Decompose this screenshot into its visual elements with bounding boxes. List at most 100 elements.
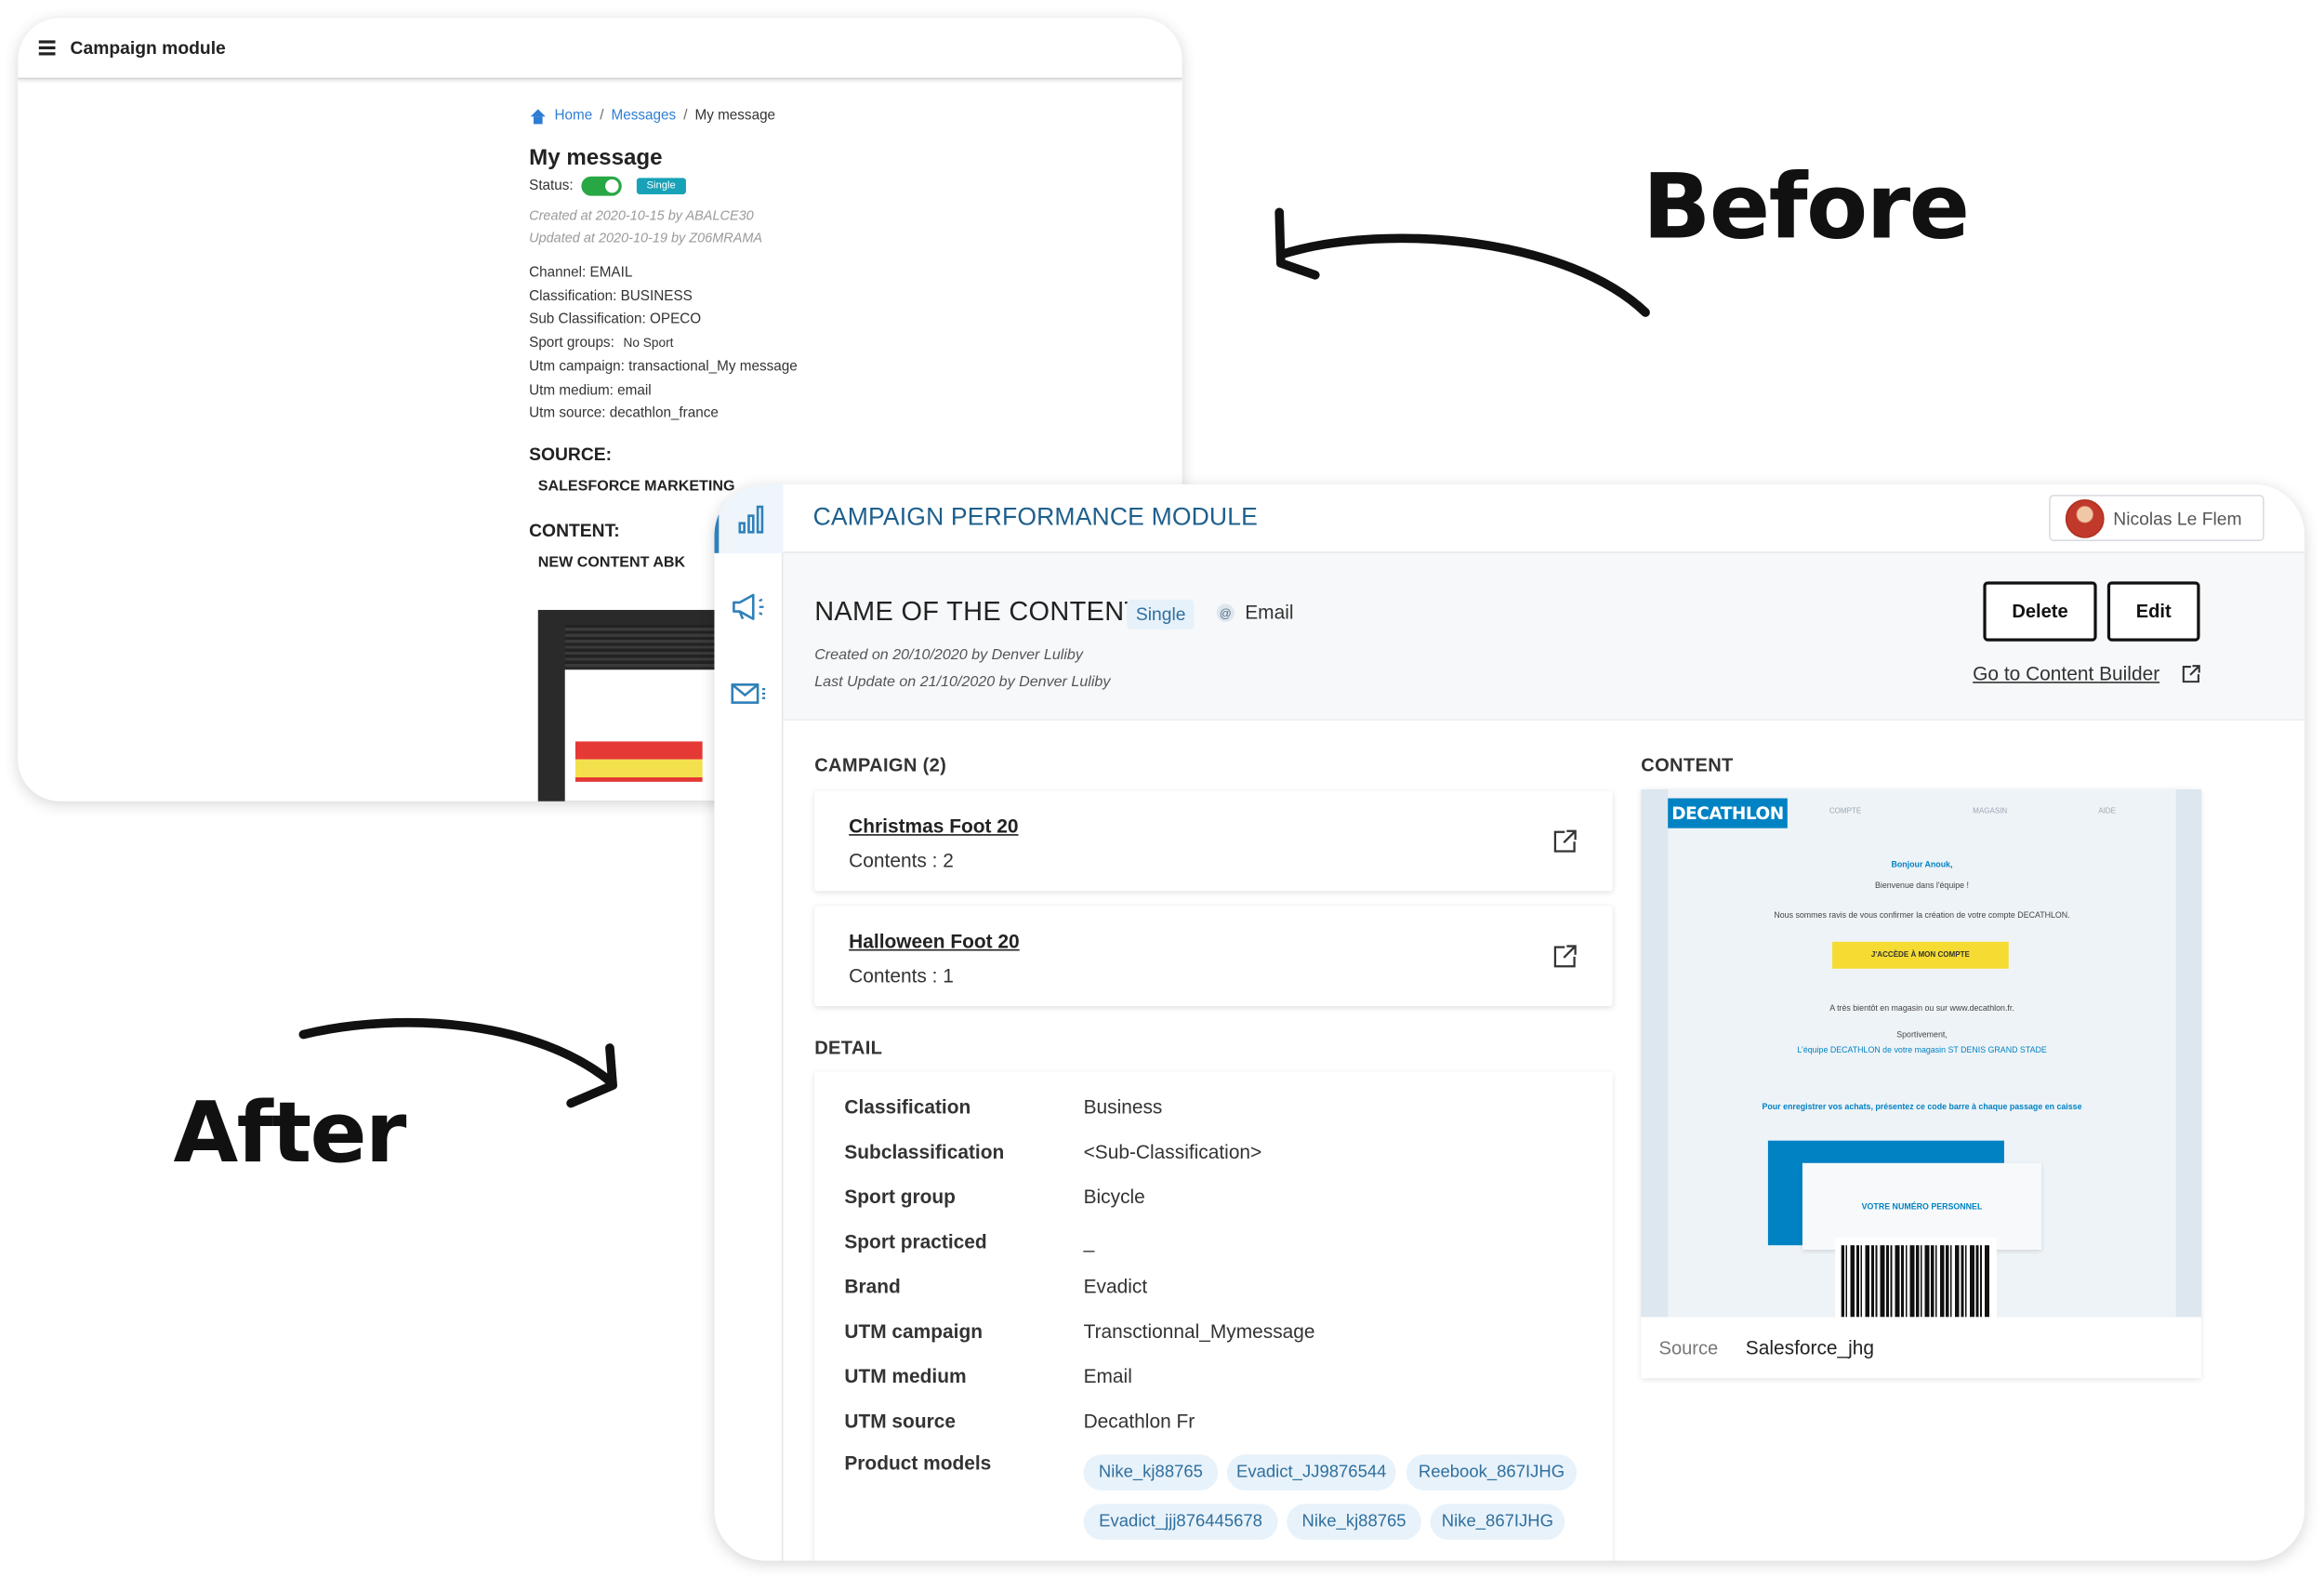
user-name: Nicolas Le Flem: [2113, 507, 2242, 529]
campaign-contents: Contents : 1: [849, 963, 954, 987]
at-sign-icon: @: [1216, 603, 1235, 622]
page-title: My message: [529, 144, 663, 171]
external-link-icon[interactable]: [1552, 828, 1578, 855]
product-model-chip[interactable]: Nike_867IJHG: [1430, 1504, 1565, 1540]
delete-button[interactable]: Delete: [1983, 581, 2097, 642]
status-label: Status:: [529, 178, 574, 195]
email-nav-item: COMPTE: [1829, 807, 1862, 816]
sub-classification-attr: Sub Classification: OPECO: [529, 311, 702, 328]
content-thumbnail[interactable]: [537, 609, 733, 802]
content-builder-link[interactable]: Go to Content Builder: [1973, 662, 2159, 684]
status-row: Status: Single: [529, 176, 1156, 196]
email-loyalty-card: VOTRE NUMÉRO PERSONNEL: [1802, 1162, 2042, 1251]
product-model-chip[interactable]: Nike_kj88765: [1083, 1454, 1219, 1491]
decathlon-logo: DECATHLON: [1668, 798, 1788, 828]
campaign-card[interactable]: Halloween Foot 20 Contents : 1: [814, 906, 1613, 1006]
rail-item-performance[interactable]: [714, 484, 784, 553]
detail-key: Sport practiced: [844, 1230, 987, 1253]
detail-key: UTM medium: [844, 1364, 967, 1387]
status-badge: Single: [636, 178, 687, 195]
campaign-contents: Contents : 2: [849, 849, 954, 872]
detail-value: Transctionnal_Mymessage: [1083, 1319, 1315, 1343]
campaign-name[interactable]: Halloween Foot 20: [849, 930, 1020, 952]
detail-key: Sport group: [844, 1185, 956, 1209]
rail-item-campaigns[interactable]: [714, 573, 783, 642]
classification-attr: Classification: BUSINESS: [529, 287, 693, 305]
content-preview-card: DECATHLON COMPTE MAGASIN AIDE Bonjour An…: [1641, 788, 2202, 1379]
product-model-chip[interactable]: Evadict_jjj876445678: [1083, 1504, 1278, 1540]
detail-value: Evadict: [1083, 1275, 1148, 1298]
source-heading: SOURCE:: [529, 444, 613, 465]
sport-groups-label: Sport groups:: [529, 335, 614, 351]
content-heading: CONTENT: [1641, 754, 1734, 776]
external-link-icon[interactable]: [1552, 943, 1578, 970]
email-nav-item: MAGASIN: [1973, 807, 2008, 816]
detail-panel: Classification Business Subclassification…: [814, 1071, 1613, 1561]
content-title: NAME OF THE CONTENT: [814, 596, 1142, 627]
before-arrow: [1277, 233, 1650, 317]
channel-label: Email: [1245, 601, 1294, 624]
detail-key: Classification: [844, 1095, 971, 1119]
type-badge: Single: [1127, 599, 1195, 629]
after-top-bar: CAMPAIGN PERFORMANCE MODULE Nicolas Le F…: [783, 484, 2305, 553]
before-top-bar: Campaign module: [18, 18, 1182, 80]
before-annotation: Before: [1642, 155, 1970, 260]
after-arrow: [298, 1017, 616, 1087]
megaphone-icon: [733, 593, 764, 620]
detail-value: _: [1083, 1230, 1095, 1253]
email-preview[interactable]: DECATHLON COMPTE MAGASIN AIDE Bonjour An…: [1641, 788, 2202, 1318]
user-menu[interactable]: Nicolas Le Flem: [2049, 495, 2265, 541]
created-info: Created at 2020-10-15 by ABALCE30: [529, 207, 754, 223]
side-rail: [714, 484, 784, 1561]
detail-key: UTM campaign: [844, 1319, 984, 1343]
sport-groups-attr: Sport groups: No Sport: [529, 332, 1156, 355]
email-team: L'équipe DECATHLON de votre magasin ST D…: [1797, 1046, 2047, 1056]
breadcrumb-messages[interactable]: Messages: [612, 108, 677, 125]
status-toggle[interactable]: [580, 176, 622, 196]
product-model-chip[interactable]: Evadict_JJ9876544: [1226, 1454, 1396, 1491]
email-confirm: Nous sommes ravis de vous confirmer la c…: [1774, 911, 2070, 921]
barcode: [1835, 1238, 1997, 1318]
detail-key: UTM source: [844, 1410, 956, 1433]
after-arrowhead: [566, 1043, 617, 1108]
source-value: Salesforce_jhg: [1745, 1336, 1875, 1359]
after-annotation: After: [173, 1085, 406, 1183]
home-icon[interactable]: [529, 108, 547, 124]
breadcrumb-separator: /: [683, 107, 688, 125]
bar-chart-icon: [737, 505, 763, 534]
breadcrumb-current: My message: [694, 107, 776, 125]
detail-value: Email: [1083, 1364, 1132, 1387]
breadcrumb-home[interactable]: Home: [554, 108, 592, 125]
detail-heading: DETAIL: [814, 1037, 883, 1059]
updated-info: Updated at 2020-10-19 by Z06MRAMA: [529, 230, 763, 245]
email-soon: A très bientôt en magasin ou sur www.dec…: [1829, 1004, 2014, 1014]
content-meta: Created on 20/10/2020 by Denver Luliby L…: [814, 643, 1110, 696]
product-model-chip[interactable]: Reebook_867IJHG: [1406, 1454, 1578, 1491]
product-model-chip[interactable]: Nike_kj88765: [1287, 1504, 1421, 1540]
after-window: CAMPAIGN PERFORMANCE MODULE Nicolas Le F…: [714, 484, 2305, 1561]
after-app-title: CAMPAIGN PERFORMANCE MODULE: [812, 503, 1259, 531]
avatar: [2065, 498, 2105, 537]
campaign-name[interactable]: Christmas Foot 20: [849, 815, 1018, 837]
menu-icon[interactable]: [38, 40, 56, 56]
detail-value: Business: [1083, 1095, 1163, 1119]
detail-value: Bicycle: [1083, 1185, 1145, 1209]
email-card-label: VOTRE NUMÉRO PERSONNEL: [1861, 1203, 1983, 1213]
campaign-heading: CAMPAIGN (2): [814, 754, 947, 776]
before-app-title: Campaign module: [70, 37, 226, 59]
email-welcome: Bienvenue dans l'équipe !: [1874, 881, 1969, 892]
utm-campaign-attr: Utm campaign: transactional_My message: [529, 358, 798, 376]
created-info: Created on 20/10/2020 by Denver Luliby: [814, 647, 1083, 664]
detail-key: Product models: [844, 1451, 992, 1475]
rail-item-messages[interactable]: [714, 659, 783, 728]
channel-attr: Channel: EMAIL: [529, 264, 633, 282]
detail-value: <Sub-Classification>: [1083, 1140, 1262, 1163]
before-arrowhead: [1274, 207, 1320, 280]
campaign-card[interactable]: Christmas Foot 20 Contents : 2: [814, 790, 1613, 892]
edit-button[interactable]: Edit: [2106, 581, 2200, 642]
email-nav-item: AIDE: [2098, 807, 2116, 816]
external-link-icon[interactable]: [2181, 664, 2202, 685]
updated-info: Last Update on 21/10/2020 by Denver Luli…: [814, 674, 1111, 691]
source-label: Source: [1658, 1337, 1719, 1359]
email-sport: Sportivement,: [1896, 1031, 1948, 1040]
